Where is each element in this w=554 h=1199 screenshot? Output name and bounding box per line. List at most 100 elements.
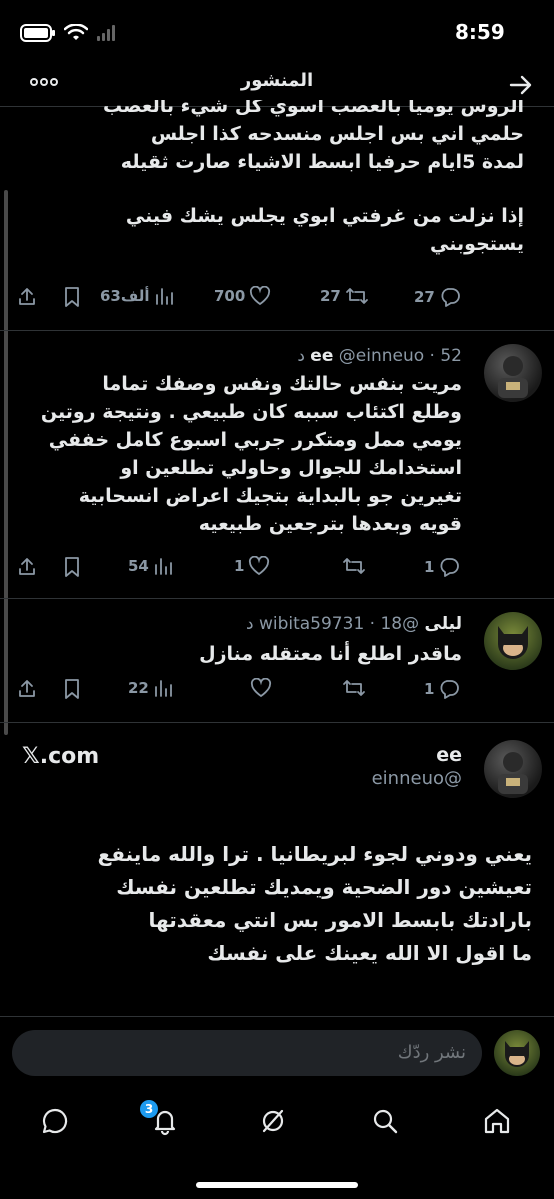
heart-icon [249,556,270,576]
display-name[interactable]: ليلى [425,614,462,634]
page-title: المنشور [240,70,314,91]
display-name: ee [436,744,462,766]
reply-icon [440,558,460,577]
repost-button[interactable] [342,678,366,698]
views-count: 22 [128,679,149,697]
avatar[interactable] [484,740,542,798]
reply-button[interactable]: 27 [414,286,461,308]
avatar[interactable] [484,612,542,670]
repost-button[interactable]: 27 [320,286,369,306]
handle: @einneuo [371,768,462,789]
back-button[interactable] [508,72,534,102]
tab-search[interactable] [370,1106,400,1140]
text-line: يستجوبني [430,233,524,255]
text-line: حلمي اني بس اجلس منسدحه كذا اجلس [150,123,524,145]
notification-badge: 3 [140,1100,158,1118]
tab-notifications[interactable]: 3 [140,1100,180,1140]
views-icon [154,558,172,575]
share-icon [19,288,35,305]
text-line: وطلع اكتئاب سببه كان طبيعي . ونتيجة روتي… [40,401,462,423]
divider [0,598,554,599]
arrow-right-icon [509,75,532,95]
main-tweet-actions: 63ألف 700 27 27 [0,286,554,312]
likes-count: 1 [234,557,245,575]
status-icons [20,24,118,42]
reply-icon [440,680,460,699]
handle[interactable]: @einneuo [339,346,424,366]
heart-icon [250,678,272,698]
focused-reply-text: يعني ودوني لجوء لبريطانيا . ترا والله ما… [22,838,532,970]
divider [0,330,554,331]
bookmark-button[interactable] [62,678,82,700]
share-icon [19,680,35,697]
text-line: إذا نزلت من غرفتي ابوي يجلس يشك فيني [125,205,524,227]
source-label[interactable]: 𝕏.com [22,744,99,769]
bookmark-button[interactable] [62,286,82,308]
reply-button[interactable]: 1 [424,678,460,700]
avatar[interactable] [484,344,542,402]
heart-icon [250,286,271,306]
like-button[interactable]: 700 [214,286,271,306]
focused-author[interactable]: ee @einneuo [372,744,462,789]
reply-input[interactable]: نشر ردّك [12,1030,482,1076]
avatar-image [505,1041,529,1067]
views-button[interactable]: 54 [128,556,173,576]
text-line: ما اقول الا الله يعينك على نفسك [207,941,532,965]
text-line: بارادتك بابسط الامور بس انتي معقدتها [148,908,532,932]
repost-button[interactable] [342,556,366,576]
replies-count: 1 [424,558,435,576]
text-line: الروس يوميا بالعصب اسوي كل شيء بالعصب [103,100,524,117]
repost-icon [345,288,368,304]
reply-text: ماقدر اطلع أنا معتقله منازل [22,640,462,668]
text-line: ماقدر اطلع أنا معتقله منازل [199,643,462,665]
repost-icon [343,558,365,574]
battery-icon [20,24,55,42]
share-button[interactable] [16,556,38,578]
tab-grok[interactable] [258,1106,288,1140]
like-button[interactable]: 1 [234,556,270,576]
views-button[interactable]: 63ألف [100,286,174,306]
reply-actions: 54 1 1 [0,556,554,582]
tab-messages[interactable] [40,1106,70,1140]
reply-text: مريت بنفس حالتك ونفس وصفك تماما وطلع اكت… [22,370,462,538]
views-icon [154,680,172,697]
display-name[interactable]: ee [310,346,333,366]
views-button[interactable]: 22 [128,678,173,698]
share-button[interactable] [16,286,38,308]
home-indicator[interactable] [196,1182,358,1188]
views-count: 63ألف [100,287,150,305]
main-tweet-text: الروس يوميا بالعصب اسوي كل شيء بالعصب حل… [44,100,524,276]
wifi-icon [64,24,88,40]
reposts-count: 27 [320,287,341,305]
reply-header: ليلى @wibita59731 · 18 د [245,614,462,634]
divider [0,722,554,723]
status-time: 8:59 [455,20,505,44]
bookmark-icon [65,287,79,307]
tab-home[interactable] [482,1106,512,1140]
repost-icon [343,680,365,696]
views-count: 54 [128,557,149,575]
bookmark-icon [65,679,79,699]
text-line: استخدامك للجوال وحاولي تطلعين او [120,457,462,479]
grok-icon [262,1109,284,1133]
text-line: قويه وبعدها بترجعين طبيعيه [198,513,462,535]
avatar-image [498,752,528,794]
share-icon [19,558,35,575]
share-button[interactable] [16,678,38,700]
replies-count: 27 [414,288,435,306]
reply-icon [441,288,460,307]
bottom-tab-bar: 3 [0,1098,554,1148]
text-line: يعني ودوني لجوء لبريطانيا . ترا والله ما… [97,842,532,866]
avatar-image [498,356,528,398]
bookmark-button[interactable] [62,556,82,578]
text-line: تغيرين جو بالبداية بتجيك اعراض انسحابية [78,485,462,507]
text-line: مريت بنفس حالتك ونفس وصفك تماما [102,373,462,395]
signal-icon [97,25,115,41]
like-button[interactable] [250,678,272,698]
reply-actions: 22 1 [0,678,554,704]
chat-bubble-icon [42,1108,68,1134]
scrollbar[interactable] [4,190,8,735]
my-avatar[interactable] [494,1030,540,1076]
reply-button[interactable]: 1 [424,556,460,578]
composer-divider [0,1016,554,1017]
